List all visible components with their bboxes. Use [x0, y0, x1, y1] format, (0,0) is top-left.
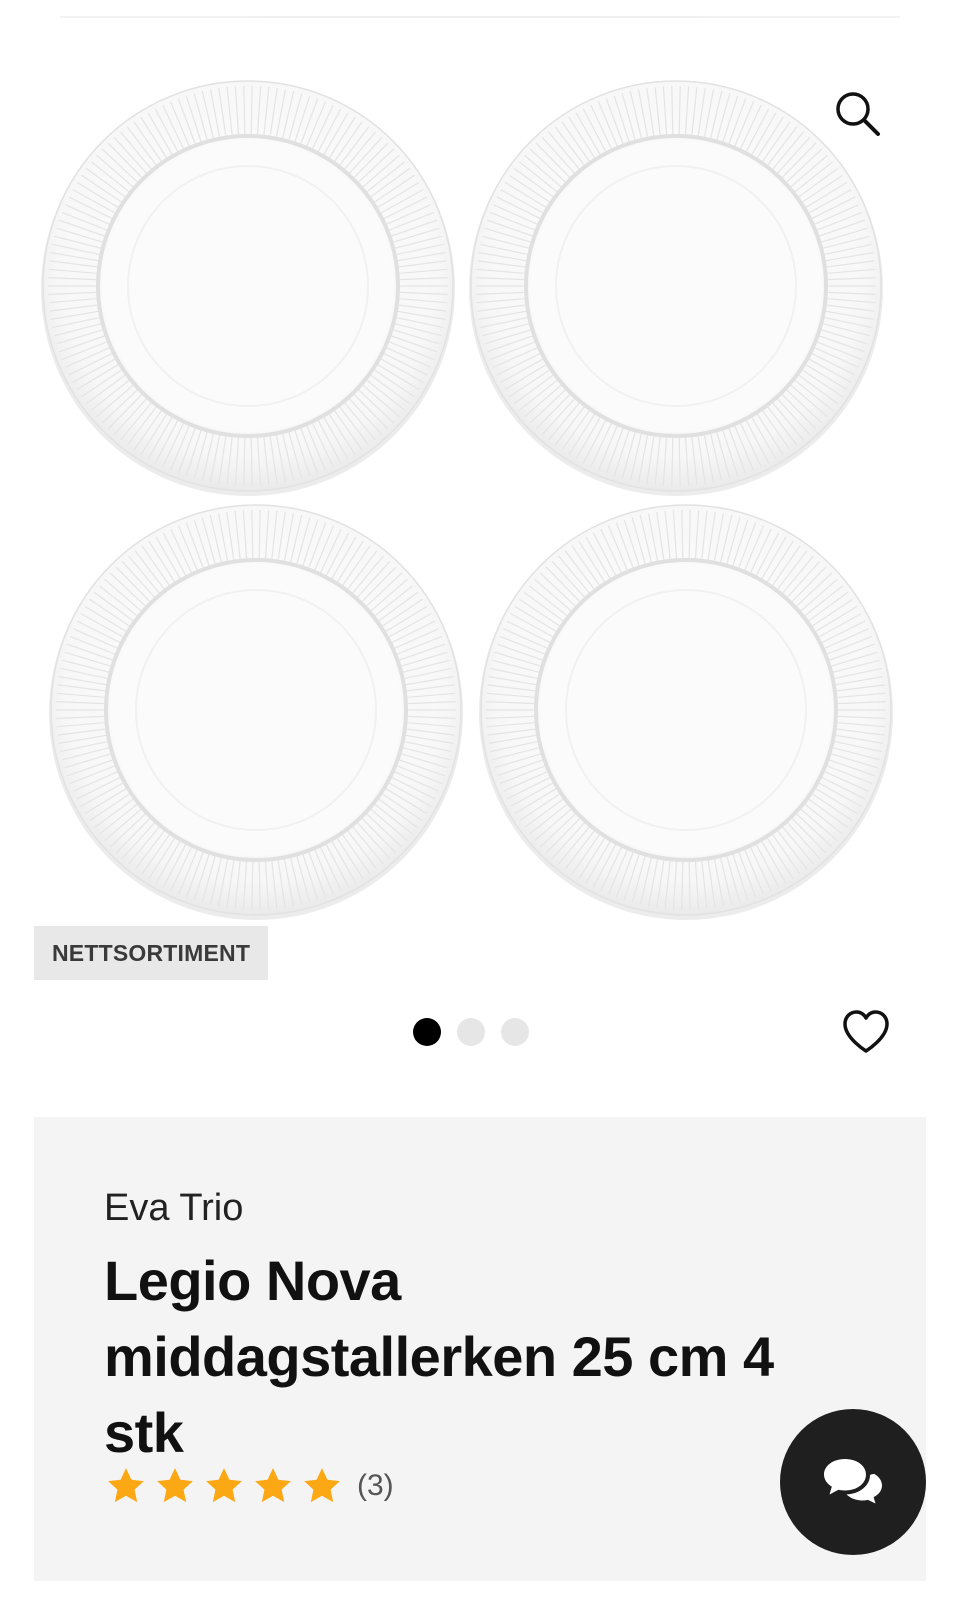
- zoom-button[interactable]: [830, 86, 886, 142]
- star-icon: [206, 1468, 242, 1503]
- carousel-dot-1[interactable]: [413, 1018, 441, 1046]
- product-gallery[interactable]: NETTSORTIMENT: [0, 0, 960, 1070]
- review-count: (3): [357, 1469, 394, 1502]
- star-icon: [108, 1468, 144, 1503]
- star-icon: [157, 1468, 193, 1503]
- plate-1: [41, 80, 455, 496]
- web-only-badge: NETTSORTIMENT: [34, 926, 269, 980]
- product-brand[interactable]: Eva Trio: [104, 1187, 243, 1230]
- plate-4: [479, 504, 893, 920]
- heart-icon: [843, 1010, 889, 1053]
- star-icon: [304, 1468, 340, 1503]
- carousel-dot-3[interactable]: [501, 1018, 529, 1046]
- carousel-dot-2[interactable]: [457, 1018, 485, 1046]
- carousel-pagination: [0, 1018, 960, 1048]
- plate-2: [469, 80, 883, 496]
- star-icon: [255, 1468, 291, 1503]
- search-icon: [836, 92, 880, 136]
- product-rating[interactable]: (3): [104, 1465, 394, 1507]
- favorite-button[interactable]: [838, 1004, 894, 1060]
- chat-button[interactable]: [780, 1409, 926, 1555]
- chat-bubbles-icon: [824, 1459, 882, 1504]
- product-image: [41, 80, 893, 920]
- product-title: Legio Nova middagstallerken 25 cm 4 stk: [104, 1249, 774, 1464]
- plate-3: [49, 504, 463, 920]
